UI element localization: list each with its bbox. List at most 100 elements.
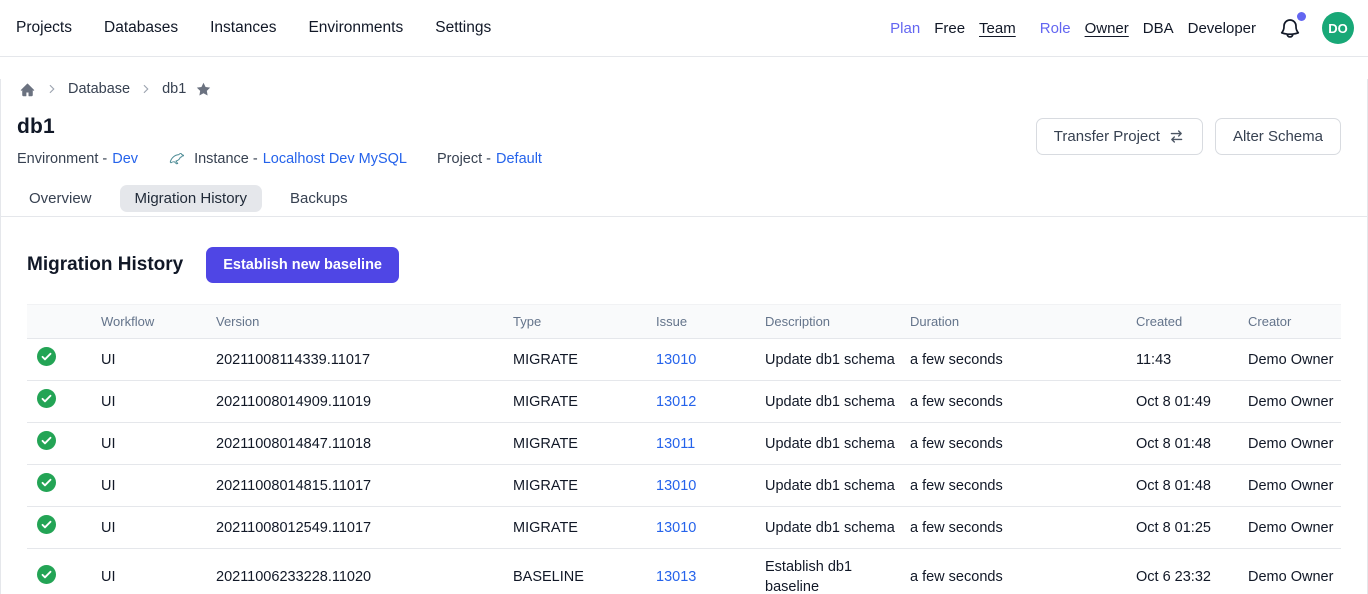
cell-creator: Demo Owner <box>1244 339 1341 381</box>
cell-version: 20211008014815.11017 <box>212 465 509 507</box>
role-option-developer[interactable]: Developer <box>1188 20 1256 37</box>
cell-created: Oct 8 01:48 <box>1132 465 1244 507</box>
cell-version: 20211008014909.11019 <box>212 381 509 423</box>
breadcrumb-db1: db1 <box>162 81 186 97</box>
table-header-row: Workflow Version Type Issue Description … <box>27 305 1341 339</box>
tab-migration-history[interactable]: Migration History <box>120 185 263 212</box>
issue-link[interactable]: 13010 <box>656 352 696 368</box>
col-version: Version <box>212 305 509 339</box>
notification-dot <box>1297 12 1306 21</box>
database-meta: Environment - Dev Instance - Localhost D… <box>17 150 542 168</box>
role-option-dba[interactable]: DBA <box>1143 20 1174 37</box>
cell-description: Establish db1 baseline <box>761 549 906 594</box>
cell-duration: a few seconds <box>906 423 1132 465</box>
cell-created: Oct 8 01:49 <box>1132 381 1244 423</box>
nav-right-cluster: Plan Free Team Role Owner DBA Developer … <box>890 12 1354 44</box>
table-row: UI 20211006233228.11020 BASELINE 13013 E… <box>27 549 1341 594</box>
cell-workflow: UI <box>97 339 212 381</box>
cell-workflow: UI <box>97 423 212 465</box>
cell-workflow: UI <box>97 507 212 549</box>
cell-created: Oct 8 01:48 <box>1132 423 1244 465</box>
project-link[interactable]: Default <box>496 151 542 167</box>
table-row: UI 20211008014847.11018 MIGRATE 13011 Up… <box>27 423 1341 465</box>
favorite-star-icon[interactable] <box>195 81 212 98</box>
nav-item-projects[interactable]: Projects <box>16 19 72 37</box>
cell-version: 20211008012549.11017 <box>212 507 509 549</box>
avatar[interactable]: DO <box>1322 12 1354 44</box>
issue-link[interactable]: 13012 <box>656 394 696 410</box>
top-nav: Projects Databases Instances Environment… <box>0 0 1368 57</box>
role-option-owner[interactable]: Owner <box>1085 20 1129 37</box>
breadcrumb: Database db1 <box>1 79 1367 99</box>
environment-label: Environment - <box>17 151 107 167</box>
transfer-arrows-icon <box>1168 128 1185 145</box>
cell-workflow: UI <box>97 465 212 507</box>
issue-link[interactable]: 13010 <box>656 478 696 494</box>
main-nav: Projects Databases Instances Environment… <box>16 19 491 37</box>
main-content: Database db1 db1 Environment - Dev <box>0 79 1368 594</box>
cell-duration: a few seconds <box>906 381 1132 423</box>
issue-link[interactable]: 13013 <box>656 569 696 585</box>
instance-link[interactable]: Localhost Dev MySQL <box>263 151 407 167</box>
cell-creator: Demo Owner <box>1244 381 1341 423</box>
col-creator: Creator <box>1244 305 1341 339</box>
success-check-icon <box>37 515 56 534</box>
mysql-dolphin-icon <box>168 150 186 168</box>
table-row: UI 20211008014909.11019 MIGRATE 13012 Up… <box>27 381 1341 423</box>
success-check-icon <box>37 431 56 450</box>
home-icon[interactable] <box>19 81 36 98</box>
col-status <box>27 305 97 339</box>
environment-link[interactable]: Dev <box>112 151 138 167</box>
cell-type: MIGRATE <box>509 339 652 381</box>
col-issue: Issue <box>652 305 761 339</box>
establish-baseline-button[interactable]: Establish new baseline <box>206 247 399 283</box>
bell-icon <box>1278 17 1302 41</box>
cell-version: 20211008014847.11018 <box>212 423 509 465</box>
alter-schema-label: Alter Schema <box>1233 128 1323 145</box>
chevron-right-icon <box>139 82 153 96</box>
success-check-icon <box>37 389 56 408</box>
page-header: db1 Environment - Dev Instance - Localho… <box>1 115 1367 168</box>
tab-backups[interactable]: Backups <box>288 185 350 212</box>
alter-schema-button[interactable]: Alter Schema <box>1215 118 1341 155</box>
instance-label: Instance - <box>194 151 258 167</box>
cell-duration: a few seconds <box>906 339 1132 381</box>
cell-version: 20211006233228.11020 <box>212 549 509 594</box>
plan-option-team[interactable]: Team <box>979 20 1016 37</box>
cell-description: Update db1 schema <box>761 423 906 465</box>
project-label: Project - <box>437 151 491 167</box>
nav-item-instances[interactable]: Instances <box>210 19 276 37</box>
cell-version: 20211008114339.11017 <box>212 339 509 381</box>
transfer-project-button[interactable]: Transfer Project <box>1036 118 1203 155</box>
nav-item-environments[interactable]: Environments <box>308 19 403 37</box>
tab-overview[interactable]: Overview <box>27 185 94 212</box>
role-label: Role <box>1040 20 1071 37</box>
col-workflow: Workflow <box>97 305 212 339</box>
cell-type: MIGRATE <box>509 423 652 465</box>
cell-duration: a few seconds <box>906 549 1132 594</box>
tab-divider <box>1 216 1367 217</box>
cell-creator: Demo Owner <box>1244 423 1341 465</box>
cell-description: Update db1 schema <box>761 381 906 423</box>
cell-created: Oct 6 23:32 <box>1132 549 1244 594</box>
cell-description: Update db1 schema <box>761 339 906 381</box>
header-actions: Transfer Project Alter Schema <box>1036 118 1341 155</box>
table-row: UI 20211008114339.11017 MIGRATE 13010 Up… <box>27 339 1341 381</box>
cell-description: Update db1 schema <box>761 507 906 549</box>
success-check-icon <box>37 473 56 492</box>
chevron-right-icon <box>45 82 59 96</box>
cell-created: Oct 8 01:25 <box>1132 507 1244 549</box>
cell-creator: Demo Owner <box>1244 465 1341 507</box>
issue-link[interactable]: 13010 <box>656 520 696 536</box>
table-row: UI 20211008012549.11017 MIGRATE 13010 Up… <box>27 507 1341 549</box>
plan-option-free[interactable]: Free <box>934 20 965 37</box>
cell-workflow: UI <box>97 381 212 423</box>
nav-item-databases[interactable]: Databases <box>104 19 178 37</box>
cell-created: 11:43 <box>1132 339 1244 381</box>
notifications-button[interactable] <box>1278 15 1304 41</box>
cell-workflow: UI <box>97 549 212 594</box>
issue-link[interactable]: 13011 <box>656 436 695 452</box>
breadcrumb-database[interactable]: Database <box>68 81 130 97</box>
section-header: Migration History Establish new baseline <box>1 247 1367 283</box>
nav-item-settings[interactable]: Settings <box>435 19 491 37</box>
